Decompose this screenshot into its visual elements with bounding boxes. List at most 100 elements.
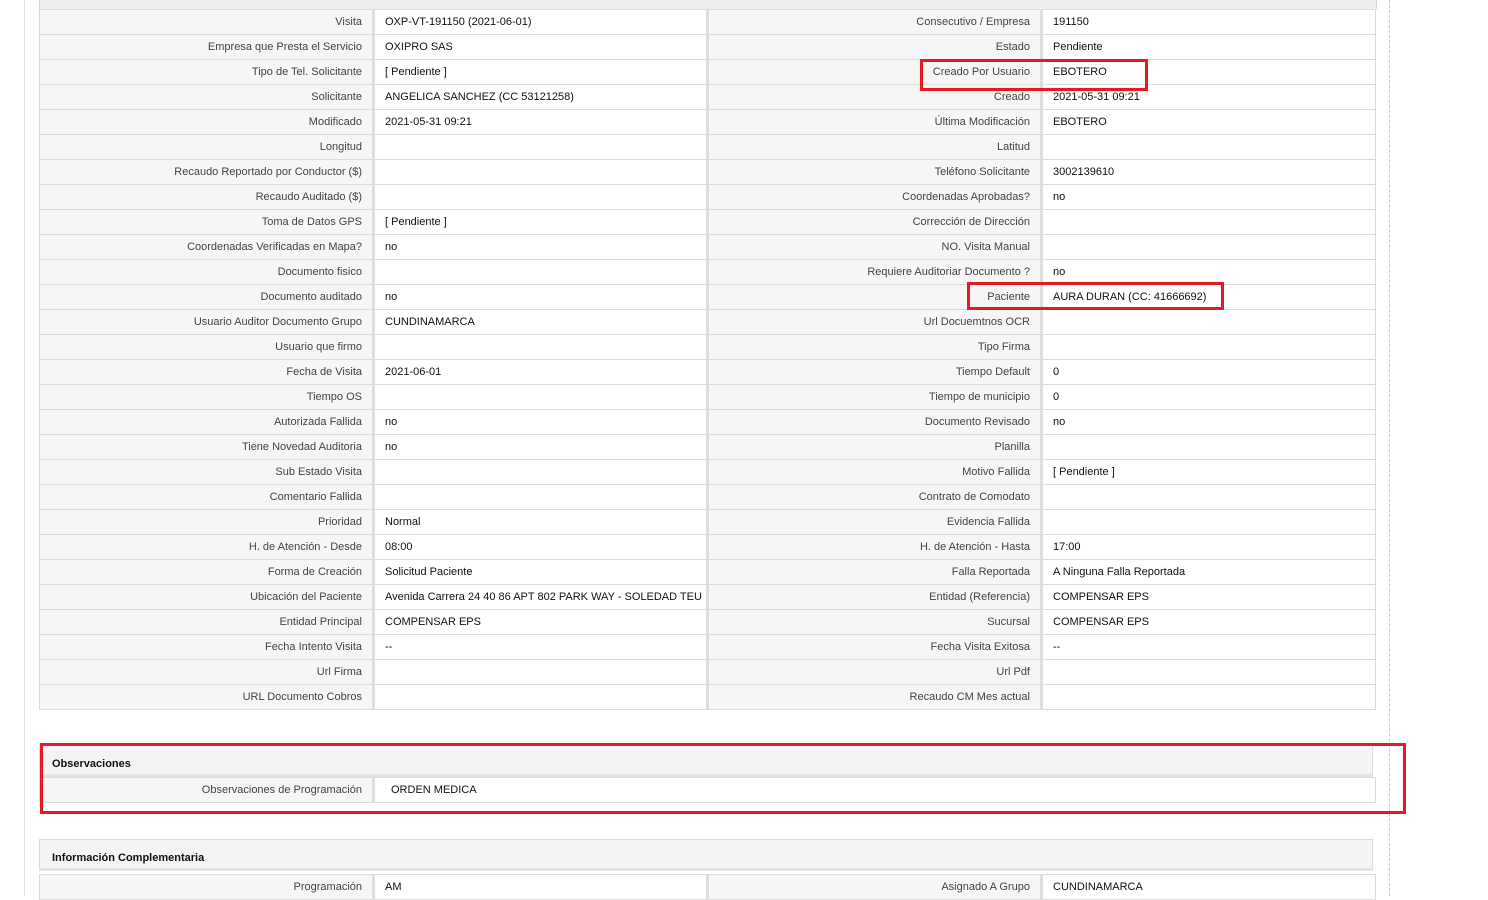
field-label: Documento auditado [39,284,375,310]
field-label: Url Pdf [707,659,1043,685]
field-label: Motivo Fallida [707,459,1043,485]
field-value: Avenida Carrera 24 40 86 APT 802 PARK WA… [373,584,709,610]
field-value [1041,509,1376,535]
table-row: Documento auditado no Paciente AURA DURAN (… [39,284,1376,310]
table-row: Visita OXP-VT-191150 (2021-06-01) Consecut… [39,9,1376,35]
field-label: Fecha de Visita [39,359,375,385]
field-label: Consecutivo / Empresa [707,9,1043,35]
field-label: Entidad (Referencia) [707,584,1043,610]
table-row: Observaciones de Programación ORDEN MEDI… [39,777,1376,803]
complementaria-table: Programación AM Asignado A Grupo CUNDINA… [39,874,1376,900]
field-value [373,684,709,710]
field-value [1041,659,1376,685]
field-label: Ubicación del Paciente [39,584,375,610]
field-value: no [1041,184,1376,210]
field-value [1041,434,1376,460]
table-row: Empresa que Presta el Servicio OXIPRO SAS… [39,34,1376,60]
field-value [1041,309,1376,335]
field-value: Solicitud Paciente [373,559,709,585]
page-right-dashed-border [1389,0,1390,896]
table-row: Tiene Novedad Auditoria no Planilla [39,434,1376,460]
observaciones-title: Observaciones [52,758,131,770]
table-row: Prioridad Normal Evidencia Fallida [39,509,1376,535]
field-label: Coordenadas Verificadas en Mapa? [39,234,375,260]
table-row: Url Firma Url Pdf [39,659,1376,685]
field-value: OXP-VT-191150 (2021-06-01) [373,9,709,35]
table-row: Recaudo Reportado por Conductor ($) Teléf… [39,159,1376,185]
field-label: URL Documento Cobros [39,684,375,710]
field-label: Entidad Principal [39,609,375,635]
field-value: COMPENSAR EPS [1041,584,1376,610]
field-label: Coordenadas Aprobadas? [707,184,1043,210]
field-value: [ Pendiente ] [373,209,709,235]
field-label: Evidencia Fallida [707,509,1043,535]
field-label: Recaudo Auditado ($) [39,184,375,210]
field-value [373,134,709,160]
field-label: Fecha Visita Exitosa [707,634,1043,660]
field-value: 2021-05-31 09:21 [373,109,709,135]
field-label: Longitud [39,134,375,160]
table-row: Longitud Latitud [39,134,1376,160]
field-label: H. de Atención - Desde [39,534,375,560]
page-left-border [24,0,25,896]
field-value: Pendiente [1041,34,1376,60]
field-value: 2021-06-01 [373,359,709,385]
table-row: Entidad Principal COMPENSAR EPS Sucursal CO… [39,609,1376,635]
field-value [373,259,709,285]
field-label: Forma de Creación [39,559,375,585]
table-row: Recaudo Auditado ($) Coordenadas Aprobada… [39,184,1376,210]
field-value: CUNDINAMARCA [373,309,709,335]
table-row: Coordenadas Verificadas en Mapa? no NO. Vi… [39,234,1376,260]
field-value [373,159,709,185]
table-row: Sub Estado Visita Motivo Fallida[ Pendien… [39,459,1376,485]
field-value: A Ninguna Falla Reportada [1041,559,1376,585]
field-value: -- [1041,634,1376,660]
field-label: Documento fisico [39,259,375,285]
table-row: Solicitante ANGELICA SANCHEZ (CC 53121258… [39,84,1376,110]
field-label: Teléfono Solicitante [707,159,1043,185]
field-value: EBOTERO [1041,109,1376,135]
field-label: Creado [707,84,1043,110]
field-label: Tiempo Default [707,359,1043,385]
table-row: H. de Atención - Desde 08:00 H. de Atenció… [39,534,1376,560]
table-row: Forma de Creación Solicitud Paciente Falla… [39,559,1376,585]
field-label: Empresa que Presta el Servicio [39,34,375,60]
field-label: Prioridad [39,509,375,535]
field-label: Última Modificación [707,109,1043,135]
field-label: Tipo de Tel. Solicitante [39,59,375,85]
field-value [373,459,709,485]
field-value [1041,234,1376,260]
visit-details-table: Visita OXP-VT-191150 (2021-06-01) Consecut… [39,9,1376,710]
field-value: no [373,234,709,260]
field-label: Usuario Auditor Documento Grupo [39,309,375,335]
field-label: Tiene Novedad Auditoria [39,434,375,460]
field-label: Estado [707,34,1043,60]
table-row: Comentario Fallida Contrato de Comodato [39,484,1376,510]
field-value: 3002139610 [1041,159,1376,185]
field-label: Sucursal [707,609,1043,635]
table-row: Modificado 2021-05-31 09:21 Última Modific… [39,109,1376,135]
field-label: Falla Reportada [707,559,1043,585]
observaciones-table: Observaciones de Programación ORDEN MEDI… [39,777,1376,803]
field-label: Contrato de Comodato [707,484,1043,510]
table-row: Usuario Auditor Documento Grupo CUNDINAMA… [39,309,1376,335]
field-label: Fecha Intento Visita [39,634,375,660]
observaciones-label: Observaciones de Programación [39,777,375,803]
field-label: Creado Por Usuario [707,59,1043,85]
field-value: no [373,409,709,435]
field-label: Url Firma [39,659,375,685]
field-label: Tiempo OS [39,384,375,410]
field-value: no [373,284,709,310]
field-value: COMPENSAR EPS [373,609,709,635]
table-row: Ubicación del Paciente Avenida Carrera 24… [39,584,1376,610]
field-label: NO. Visita Manual [707,234,1043,260]
field-label: Autorizada Fallida [39,409,375,435]
complementaria-title: Información Complementaria [52,852,205,864]
field-value: OXIPRO SAS [373,34,709,60]
table-row: Autorizada Fallida no Documento Revisado no [39,409,1376,435]
field-value [373,659,709,685]
field-label: H. de Atención - Hasta [707,534,1043,560]
field-label: Documento Revisado [707,409,1043,435]
field-label: Modificado [39,109,375,135]
field-value [1041,484,1376,510]
